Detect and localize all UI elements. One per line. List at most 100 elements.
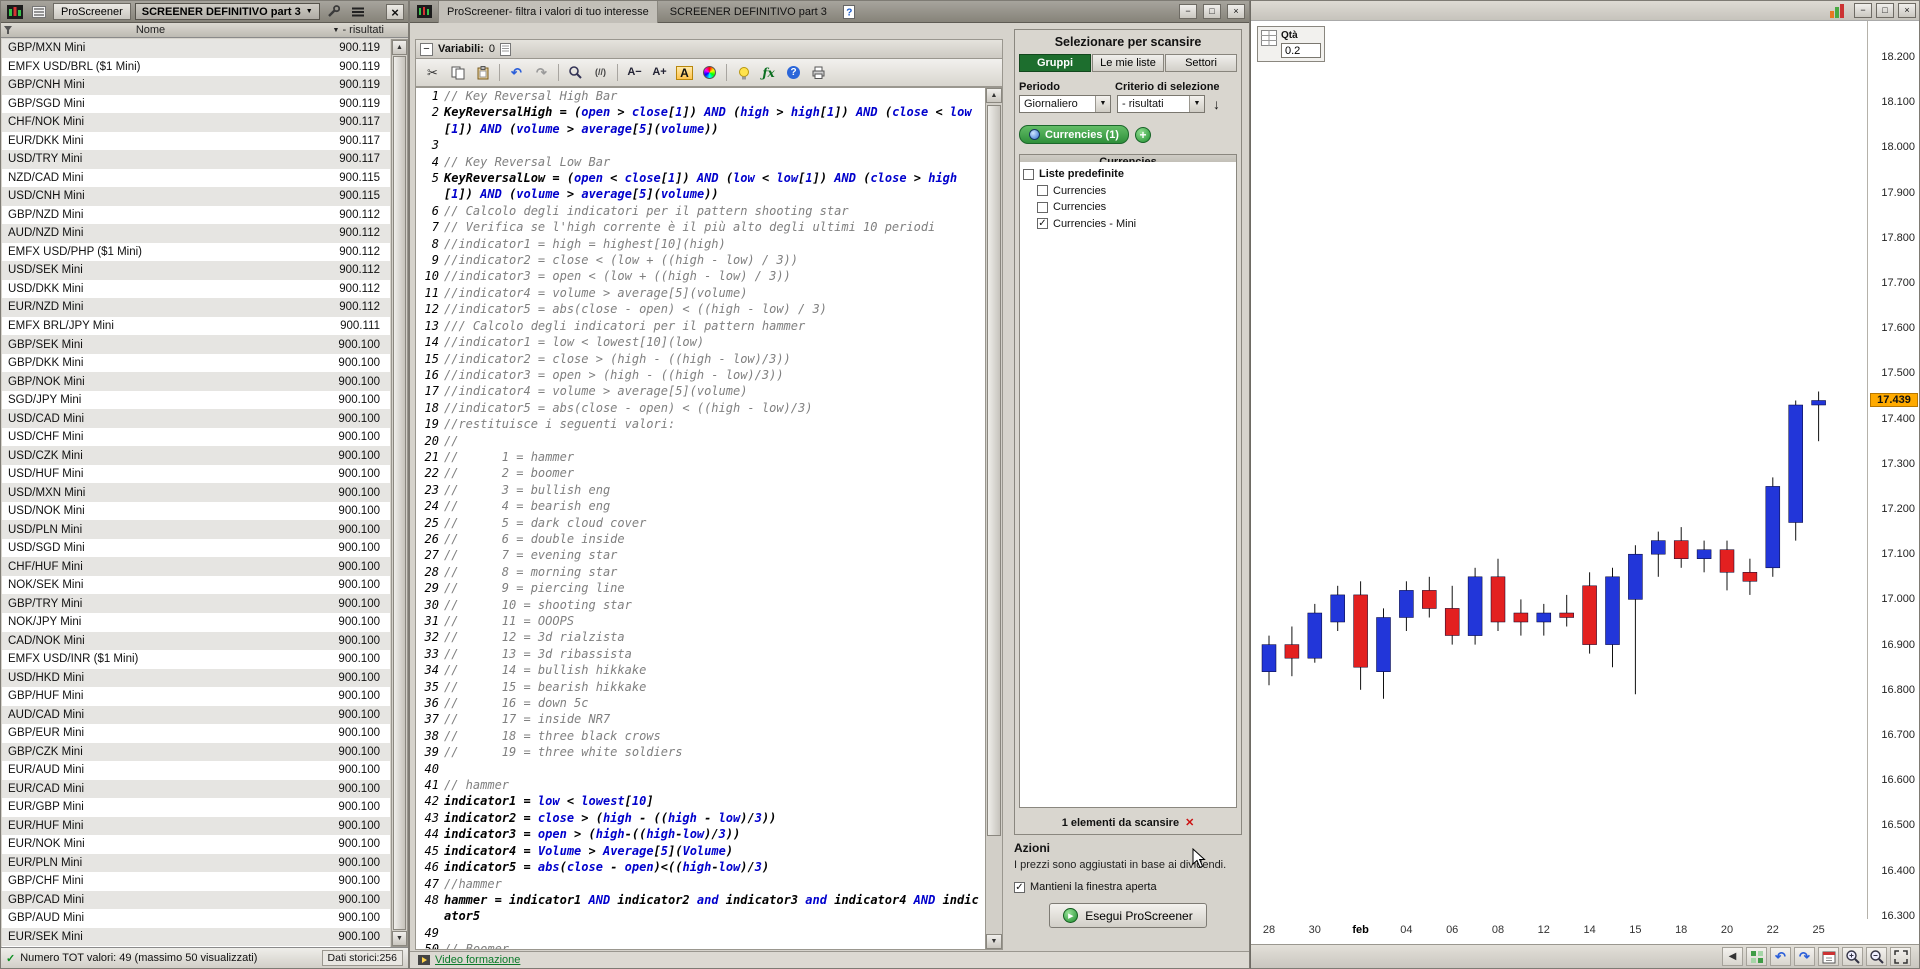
menu-icon[interactable] bbox=[348, 3, 368, 21]
result-row[interactable]: USD/DKK Mini 900.112 bbox=[2, 279, 390, 299]
criteria-select[interactable]: - risultati ▼ bbox=[1117, 95, 1205, 113]
code-line[interactable]: 47 //hammer bbox=[416, 876, 986, 892]
code-line[interactable]: 8 //indicator1 = high = highest[10](high) bbox=[416, 236, 986, 252]
result-row[interactable]: GBP/CHF Mini 900.100 bbox=[2, 872, 390, 891]
code-line[interactable]: 15 //indicator2 = close > (high - ((high … bbox=[416, 351, 986, 367]
keep-open-checkbox[interactable]: ✓ bbox=[1014, 881, 1025, 893]
result-row[interactable]: USD/TRY Mini 900.117 bbox=[2, 150, 390, 169]
result-row[interactable]: USD/PLN Mini 900.100 bbox=[2, 520, 390, 539]
result-row[interactable]: GBP/DKK Mini 900.100 bbox=[2, 353, 390, 373]
result-row[interactable]: EUR/AUD Mini 900.100 bbox=[2, 761, 390, 780]
comment-icon[interactable]: (//) bbox=[589, 62, 612, 84]
prev-page-icon[interactable]: ◀ bbox=[1722, 947, 1743, 966]
code-line[interactable]: 20 // bbox=[416, 433, 986, 449]
result-row[interactable]: GBP/SEK Mini 900.100 bbox=[2, 335, 390, 354]
result-row[interactable]: USD/CNH Mini 900.115 bbox=[2, 187, 390, 206]
code-line[interactable]: 39 // 19 = three white soldiers bbox=[416, 744, 986, 760]
code-line[interactable]: 28 // 8 = morning star bbox=[416, 564, 986, 580]
result-row[interactable]: EMFX USD/BRL ($1 Mini) 900.119 bbox=[2, 57, 390, 77]
run-proscreener-button[interactable]: ▶ Esegui ProScreener bbox=[1049, 903, 1207, 928]
undo-icon[interactable]: ↶ bbox=[1770, 947, 1791, 966]
code-line[interactable]: 13 /// Calcolo degli indicatori per il pa… bbox=[416, 318, 986, 334]
code-area[interactable]: 1 // Key Reversal High Bar 2 KeyReversalHig… bbox=[416, 88, 986, 949]
close-button[interactable]: × bbox=[1898, 3, 1916, 18]
result-row[interactable]: USD/SEK Mini 900.112 bbox=[2, 261, 390, 280]
clear-selection-icon[interactable]: ✕ bbox=[1185, 817, 1194, 829]
result-row[interactable]: EMFX USD/PHP ($1 Mini) 900.112 bbox=[2, 242, 390, 262]
code-line[interactable]: 5 KeyReversalLow = (open < close[1]) AND … bbox=[416, 170, 986, 203]
code-line[interactable]: 50// Boomer bbox=[416, 941, 986, 949]
down-arrow-icon[interactable]: ↓ bbox=[1213, 96, 1220, 112]
list-view-icon[interactable] bbox=[29, 3, 49, 21]
code-line[interactable]: 2 KeyReversalHigh = (open > close[1]) AND… bbox=[416, 104, 986, 137]
code-line[interactable]: 19 //restituisce i seguenti valori: bbox=[416, 416, 986, 432]
scroll-up-icon[interactable]: ▲ bbox=[986, 88, 1002, 103]
result-row[interactable]: USD/CZK Mini 900.100 bbox=[2, 446, 390, 465]
code-line[interactable]: 26 // 6 = double inside bbox=[416, 531, 986, 547]
expand-icon[interactable] bbox=[1890, 947, 1911, 966]
result-row[interactable]: GBP/AUD Mini 900.100 bbox=[2, 909, 390, 928]
code-line[interactable]: 24 // 4 = bearish eng bbox=[416, 498, 986, 514]
proscreener-menu-button[interactable]: ProScreener bbox=[53, 3, 131, 20]
zoom-out-icon[interactable] bbox=[1866, 947, 1887, 966]
result-row[interactable]: EUR/NOK Mini 900.100 bbox=[2, 835, 390, 854]
code-scrollbar[interactable]: ▲ ▼ bbox=[985, 88, 1002, 949]
undo-icon[interactable]: ↶ bbox=[505, 62, 528, 84]
code-line[interactable]: 33 // 13 = 3d ribassista bbox=[416, 646, 986, 662]
scroll-down-icon[interactable]: ▼ bbox=[986, 934, 1002, 949]
font-decrease-icon[interactable]: A− bbox=[623, 62, 646, 84]
result-row[interactable]: CHF/NOK Mini 900.117 bbox=[2, 113, 390, 132]
print-icon[interactable] bbox=[807, 62, 830, 84]
variables-edit-icon[interactable] bbox=[499, 42, 511, 56]
period-select[interactable]: Giornaliero ▼ bbox=[1019, 95, 1111, 113]
code-line[interactable]: 12 //indicator5 = abs(close - open) < ((h… bbox=[416, 301, 986, 317]
result-row[interactable]: GBP/NZD Mini 900.112 bbox=[2, 205, 390, 225]
result-row[interactable]: GBP/NOK Mini 900.100 bbox=[2, 372, 390, 391]
zoom-in-icon[interactable] bbox=[1842, 947, 1863, 966]
result-row[interactable]: USD/NOK Mini 900.100 bbox=[2, 501, 390, 521]
code-line[interactable]: 6 // Calcolo degli indicatori per il patt… bbox=[416, 203, 986, 219]
result-row[interactable]: USD/MXN Mini 900.100 bbox=[2, 483, 390, 502]
result-row[interactable]: EUR/NZD Mini 900.112 bbox=[2, 298, 390, 317]
result-row[interactable]: USD/CHF Mini 900.100 bbox=[2, 427, 390, 447]
checkbox[interactable] bbox=[1037, 185, 1048, 197]
minimize-button[interactable]: − bbox=[1854, 3, 1872, 18]
result-row[interactable]: USD/HUF Mini 900.100 bbox=[2, 464, 390, 484]
wrench-icon[interactable] bbox=[324, 3, 344, 21]
code-line[interactable]: 21 // 1 = hammer bbox=[416, 449, 986, 465]
tree-item[interactable]: Liste predefinite bbox=[1023, 166, 1233, 183]
code-line[interactable]: 30 // 10 = shooting star bbox=[416, 597, 986, 613]
result-row[interactable]: SGD/JPY Mini 900.100 bbox=[2, 390, 390, 410]
minimize-button[interactable]: − bbox=[1179, 4, 1197, 19]
result-row[interactable]: EUR/HUF Mini 900.100 bbox=[2, 816, 390, 836]
close-icon[interactable]: × bbox=[386, 3, 404, 20]
code-line[interactable]: 11 //indicator4 = volume > average[5](vol… bbox=[416, 285, 986, 301]
result-row[interactable]: EMFX USD/INR ($1 Mini) 900.100 bbox=[2, 650, 390, 669]
result-row[interactable]: GBP/MXN Mini 900.119 bbox=[2, 39, 390, 58]
highlight-icon[interactable]: A bbox=[673, 62, 696, 84]
results-scrollbar[interactable]: ▲ ▼ bbox=[391, 39, 408, 947]
code-line[interactable]: 32 // 12 = 3d rialzista bbox=[416, 629, 986, 645]
code-line[interactable]: 18 //indicator5 = abs(close - open) < ((h… bbox=[416, 400, 986, 416]
code-line[interactable]: 49 bbox=[416, 925, 986, 941]
cut-icon[interactable]: ✂ bbox=[421, 62, 444, 84]
code-line[interactable]: 40 bbox=[416, 761, 986, 777]
code-line[interactable]: 37 // 17 = inside NR7 bbox=[416, 711, 986, 727]
result-row[interactable]: GBP/CAD Mini 900.100 bbox=[2, 890, 390, 910]
code-line[interactable]: 46 indicator5 = abs(close - open)<((high-… bbox=[416, 859, 986, 875]
result-row[interactable]: GBP/CZK Mini 900.100 bbox=[2, 742, 390, 762]
result-row[interactable]: GBP/SGD Mini 900.119 bbox=[2, 94, 390, 114]
result-row[interactable]: USD/CAD Mini 900.100 bbox=[2, 409, 390, 428]
suggestion-icon[interactable] bbox=[732, 62, 755, 84]
result-row[interactable]: NOK/SEK Mini 900.100 bbox=[2, 575, 390, 595]
code-line[interactable]: 34 // 14 = bullish hikkake bbox=[416, 662, 986, 678]
result-row[interactable]: AUD/CAD Mini 900.100 bbox=[2, 705, 390, 725]
chart-app-icon[interactable] bbox=[5, 3, 25, 21]
results-list[interactable]: GBP/MXN Mini 900.119 EMFX USD/BRL ($1 Mini… bbox=[2, 39, 390, 947]
orders-grid-icon[interactable] bbox=[1261, 30, 1277, 46]
code-line[interactable]: 31 // 11 = OOOPS bbox=[416, 613, 986, 629]
price-axis[interactable]: 17.439 18.200 18.100 18.000 17.900 17.800 17.… bbox=[1867, 21, 1919, 922]
add-group-button[interactable]: + bbox=[1134, 126, 1151, 143]
result-row[interactable]: GBP/TRY Mini 900.100 bbox=[2, 594, 390, 613]
qty-input[interactable] bbox=[1281, 43, 1321, 58]
